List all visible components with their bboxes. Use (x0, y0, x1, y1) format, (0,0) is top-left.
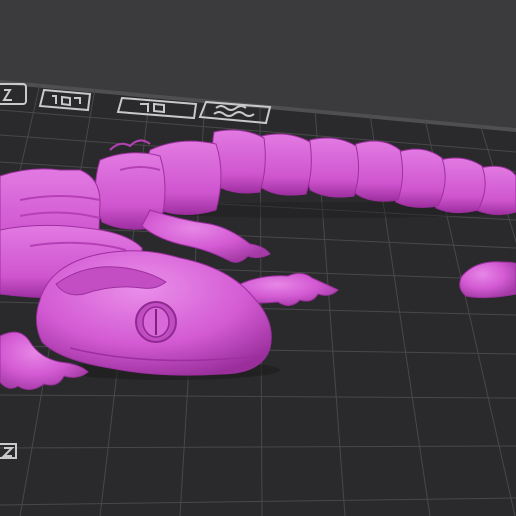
viewport-canvas[interactable] (0, 0, 516, 516)
gecko-eye (135, 301, 177, 343)
3d-viewport[interactable] (0, 0, 516, 516)
